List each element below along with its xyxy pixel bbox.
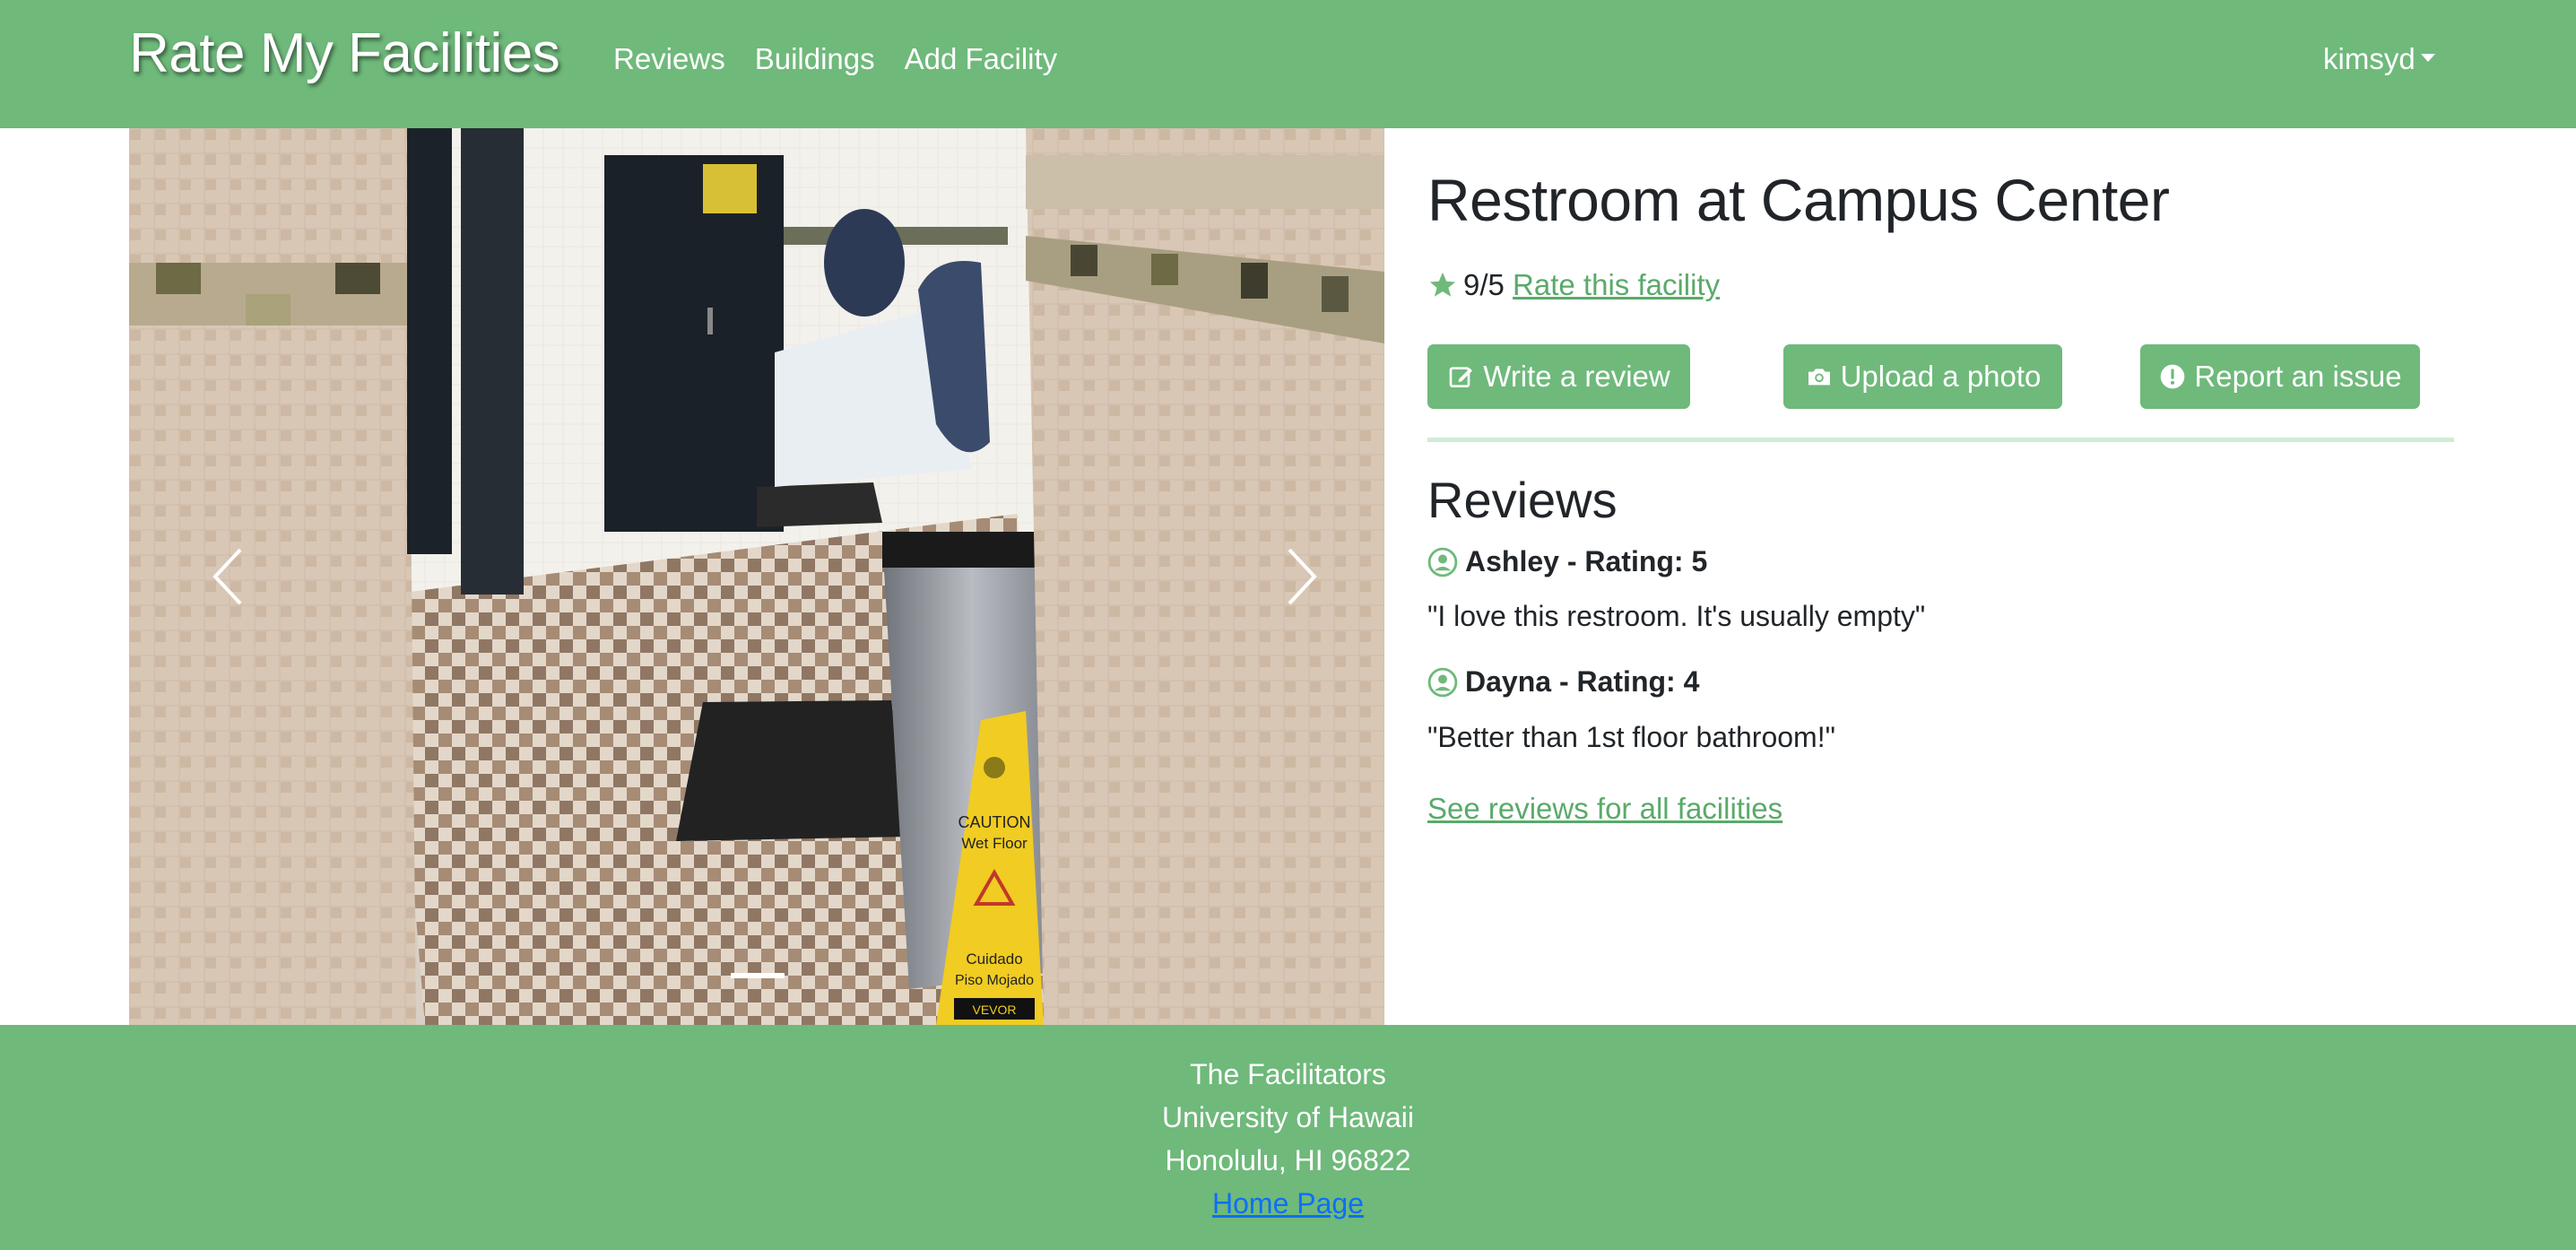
write-review-button[interactable]: Write a review [1427, 344, 1690, 409]
restroom-photo: CAUTION Wet Floor Cuidado Piso Mojado VE… [129, 128, 1384, 1025]
nav-link-buildings[interactable]: Buildings [755, 42, 875, 76]
exclamation-circle-icon [2161, 364, 2185, 389]
home-page-link[interactable]: Home Page [1212, 1187, 1364, 1220]
footer-team: The Facilitators [1190, 1058, 1386, 1090]
write-review-label: Write a review [1483, 360, 1670, 393]
svg-text:Cuidado: Cuidado [966, 951, 1022, 968]
facility-title: Restroom at Campus Center [1427, 167, 2170, 233]
rating-row: 9/5 Rate this facility [1427, 268, 1720, 302]
carousel-prev-icon[interactable] [203, 541, 256, 612]
report-issue-button[interactable]: Report an issue [2140, 344, 2420, 409]
user-circle-icon [1427, 667, 1458, 697]
photo-carousel: CAUTION Wet Floor Cuidado Piso Mojado VE… [129, 128, 1384, 1025]
review-author: Ashley - Rating: 5 [1427, 545, 1707, 578]
user-name: kimsyd [2323, 42, 2416, 75]
svg-text:Wet Floor: Wet Floor [961, 835, 1028, 852]
carousel-next-icon[interactable] [1273, 541, 1327, 612]
divider [1427, 438, 2454, 442]
report-issue-label: Report an issue [2194, 360, 2402, 393]
footer-address: Honolulu, HI 96822 [1165, 1144, 1411, 1176]
review-author-line: Ashley - Rating: 5 [1465, 545, 1708, 577]
upload-photo-button[interactable]: Upload a photo [1783, 344, 2062, 409]
reviews-heading: Reviews [1427, 472, 1618, 528]
review-author: Dayna - Rating: 4 [1427, 665, 1699, 699]
svg-text:Piso Mojado: Piso Mojado [955, 973, 1034, 988]
review-author-line: Dayna - Rating: 4 [1465, 665, 1700, 698]
all-reviews-link[interactable]: See reviews for all facilities [1427, 792, 1782, 826]
footer: The Facilitators University of Hawaii Ho… [0, 1025, 2576, 1250]
caret-down-icon [2420, 53, 2435, 62]
camera-icon [1808, 369, 1830, 386]
footer-university: University of Hawaii [1162, 1101, 1414, 1133]
rating-value: 9/5 [1463, 268, 1505, 301]
rate-facility-link[interactable]: Rate this facility [1513, 268, 1720, 302]
navbar: Rate My Facilities Reviews Buildings Add… [0, 0, 2576, 128]
upload-photo-label: Upload a photo [1840, 360, 2042, 393]
user-circle-icon [1427, 547, 1458, 577]
brand-logo[interactable]: Rate My Facilities [129, 22, 560, 85]
pencil-square-icon [1449, 367, 1473, 387]
review-text: "Better than 1st floor bathroom!" [1427, 721, 1835, 753]
carousel-indicator[interactable] [731, 973, 785, 978]
nav-link-add-facility[interactable]: Add Facility [905, 42, 1058, 76]
nav-link-reviews[interactable]: Reviews [613, 42, 725, 76]
svg-text:CAUTION: CAUTION [958, 813, 1031, 831]
svg-text:VEVOR: VEVOR [972, 1003, 1016, 1017]
nav-links: Reviews Buildings Add Facility [613, 42, 1087, 76]
star-icon [1429, 272, 1456, 297]
user-dropdown[interactable]: kimsyd [2323, 42, 2435, 76]
review-text: "I love this restroom. It's usually empt… [1427, 600, 1926, 632]
